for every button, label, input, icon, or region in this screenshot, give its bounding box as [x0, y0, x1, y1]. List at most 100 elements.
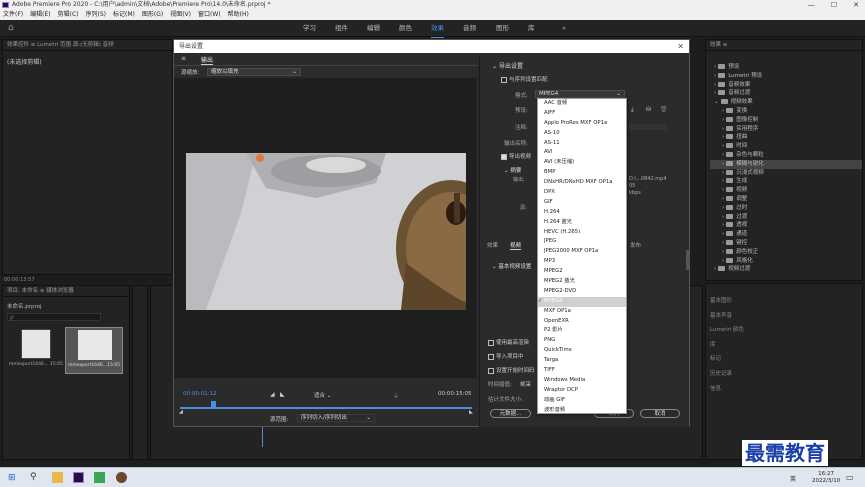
- basic-video-header[interactable]: ⌄ 基本视频设置: [492, 262, 531, 270]
- input-language[interactable]: 英: [790, 474, 796, 483]
- workspace-learn[interactable]: 学习: [303, 20, 316, 37]
- tree-item[interactable]: › 实用程序: [710, 125, 862, 134]
- format-option[interactable]: JPEG: [538, 237, 626, 247]
- format-option-selected[interactable]: ✓ MPEG4: [538, 296, 626, 307]
- effects-panel-title[interactable]: 效果 ≡: [706, 40, 862, 51]
- tree-item[interactable]: › 音频过渡: [710, 89, 862, 98]
- format-option[interactable]: MPEG2 蓝光: [538, 277, 626, 287]
- format-option[interactable]: BMP: [538, 168, 626, 178]
- timecode-in[interactable]: 00:00:01:12: [183, 391, 217, 397]
- comment-input[interactable]: [629, 124, 667, 130]
- source-scaling-select[interactable]: 缩放以填充 ⌄: [207, 68, 301, 76]
- panel-libraries[interactable]: 库: [710, 338, 858, 353]
- tree-item[interactable]: › 过渡: [710, 213, 862, 222]
- tab-effects[interactable]: 效果: [487, 241, 498, 249]
- format-option[interactable]: PNG: [538, 336, 626, 346]
- notification-icon[interactable]: ▭: [846, 473, 854, 482]
- tree-item[interactable]: › 键控: [710, 239, 862, 248]
- playhead-marker[interactable]: [211, 401, 216, 407]
- tree-item[interactable]: › 通道: [710, 230, 862, 239]
- tree-item[interactable]: › 变换: [710, 107, 862, 116]
- maximize-button[interactable]: ☐: [831, 0, 837, 10]
- format-option[interactable]: H.264: [538, 208, 626, 218]
- set-start-timecode-checkbox[interactable]: 设置开始时间码: [488, 366, 535, 374]
- tree-item[interactable]: › 透视: [710, 221, 862, 230]
- format-option[interactable]: Windows Media: [538, 376, 626, 386]
- format-option[interactable]: QuickTime: [538, 346, 626, 356]
- menu-clip[interactable]: 剪辑(C): [58, 10, 79, 20]
- format-option[interactable]: MPEG2: [538, 267, 626, 277]
- workspace-libraries[interactable]: 库: [528, 20, 535, 37]
- tab-publish[interactable]: 发布: [630, 241, 641, 249]
- project-search-input[interactable]: ρ: [7, 313, 101, 321]
- app-taskbar-icon[interactable]: [116, 472, 127, 483]
- save-preset-icon[interactable]: ⤓: [631, 106, 634, 114]
- format-option[interactable]: 动画 GIF: [538, 396, 626, 406]
- match-sequence-checkbox[interactable]: 与序列设置匹配: [501, 75, 548, 83]
- scrollbar[interactable]: [686, 250, 689, 270]
- tree-item[interactable]: ⌄ 视频效果: [710, 98, 862, 107]
- tab-video[interactable]: 视频: [510, 241, 522, 250]
- panel-essential-graphics[interactable]: 基本图形: [710, 294, 858, 309]
- format-option[interactable]: H.264 蓝光: [538, 218, 626, 228]
- menu-file[interactable]: 文件(F): [3, 10, 23, 20]
- out-point-handle[interactable]: ◣: [469, 409, 473, 415]
- workspace-editing[interactable]: 编辑: [367, 20, 380, 37]
- home-icon[interactable]: ⌂: [8, 23, 14, 33]
- clock[interactable]: 16:27 2022/3/10: [812, 471, 840, 485]
- tree-item[interactable]: › 音频效果: [710, 81, 862, 90]
- menu-sequence[interactable]: 序列(S): [86, 10, 107, 20]
- tree-item[interactable]: › 生成: [710, 177, 862, 186]
- format-option[interactable]: AAC 音频: [538, 99, 626, 109]
- fit-select[interactable]: 适合 ⌄: [314, 391, 331, 399]
- dialog-close-icon[interactable]: ✕: [677, 40, 684, 53]
- tree-item[interactable]: › 沉浸式视频: [710, 169, 862, 178]
- format-option[interactable]: MXF OP1a: [538, 307, 626, 317]
- format-option[interactable]: AIFF: [538, 109, 626, 119]
- menu-edit[interactable]: 编辑(E): [30, 10, 50, 20]
- tab-menu-icon[interactable]: ≡: [181, 55, 186, 62]
- delete-preset-icon[interactable]: 🗑: [660, 106, 668, 113]
- menu-window[interactable]: 窗口(W): [198, 10, 221, 20]
- tree-item[interactable]: › 视频: [710, 186, 862, 195]
- tree-item[interactable]: › 图像控制: [710, 116, 862, 125]
- panel-info[interactable]: 信息: [710, 382, 858, 397]
- format-option[interactable]: AVI: [538, 148, 626, 158]
- format-option[interactable]: Targa: [538, 356, 626, 366]
- format-option[interactable]: AS-11: [538, 139, 626, 149]
- tree-item[interactable]: › 调整: [710, 195, 862, 204]
- tree-item[interactable]: › 过时: [710, 204, 862, 213]
- format-option[interactable]: Apple ProRes MXF OP1a: [538, 119, 626, 129]
- menu-marker[interactable]: 标记(M): [113, 10, 135, 20]
- file-explorer-icon[interactable]: [52, 472, 63, 483]
- panel-tabs[interactable]: 效果控件 ≡ Lumetri 范围 源:(无剪辑) 音频: [3, 40, 172, 51]
- minimize-button[interactable]: —: [808, 0, 815, 10]
- format-option[interactable]: MP3: [538, 257, 626, 267]
- format-option[interactable]: GIF: [538, 198, 626, 208]
- format-option[interactable]: Wraptor DCP: [538, 386, 626, 396]
- format-option[interactable]: AS-10: [538, 129, 626, 139]
- format-option[interactable]: P2 影片: [538, 326, 626, 336]
- format-option[interactable]: DPX: [538, 188, 626, 198]
- metadata-button[interactable]: 元数据...: [490, 409, 531, 418]
- panel-markers[interactable]: 标记: [710, 352, 858, 367]
- tree-item[interactable]: › 风格化: [710, 257, 862, 266]
- summary-header[interactable]: ⌄ 摘要: [504, 166, 521, 174]
- export-settings-header[interactable]: ⌄ 导出设置: [492, 61, 523, 70]
- workspace-assembly[interactable]: 组件: [335, 20, 348, 37]
- workspace-graphics[interactable]: 图形: [496, 20, 509, 37]
- mark-in-icon[interactable]: ◢: [270, 391, 275, 398]
- windows-start-icon[interactable]: ⊞: [8, 473, 16, 483]
- format-dropdown-list[interactable]: AAC 音频 AIFF Apple ProRes MXF OP1a AS-10 …: [537, 98, 627, 414]
- tree-item[interactable]: › 杂色与颗粒: [710, 151, 862, 160]
- tree-item-highlighted[interactable]: › 模糊与锐化: [710, 159, 862, 169]
- workspace-color[interactable]: 颜色: [399, 20, 412, 37]
- format-option[interactable]: HEVC (H.265): [538, 228, 626, 238]
- format-option[interactable]: OpenEXR: [538, 317, 626, 327]
- source-range-select[interactable]: 序列切入/序列切出 ⌄: [297, 414, 375, 422]
- tab-output[interactable]: 输出: [201, 55, 214, 65]
- cancel-button[interactable]: 取消: [640, 409, 680, 418]
- import-preset-icon[interactable]: ⛁: [646, 106, 651, 113]
- panel-lumetri-color[interactable]: Lumetri 颜色: [710, 323, 858, 338]
- workspace-effects[interactable]: 效果: [431, 20, 444, 38]
